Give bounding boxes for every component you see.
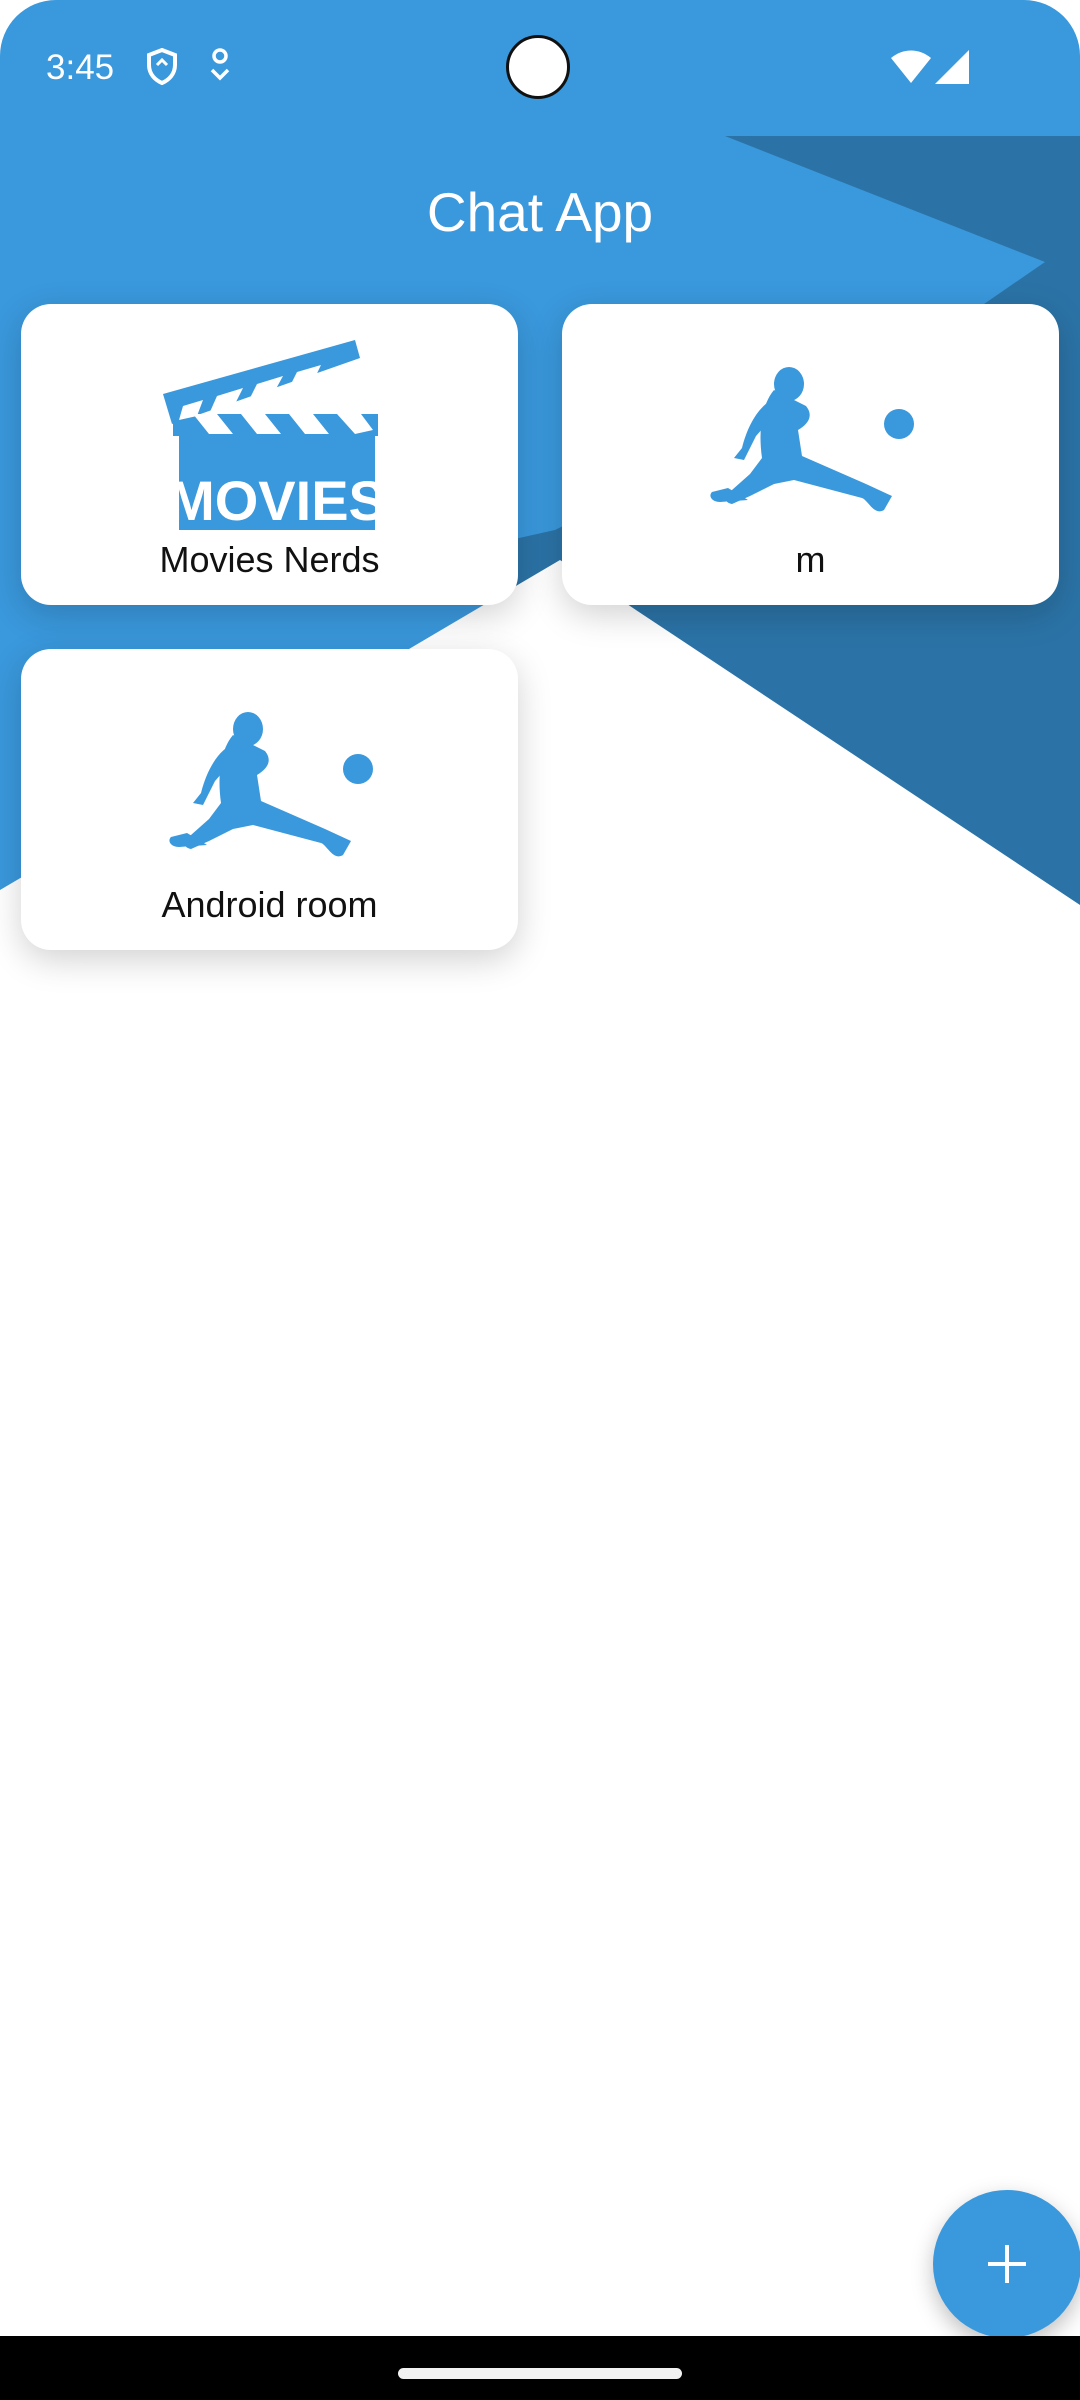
room-card-android-room[interactable]: Android room	[21, 649, 518, 950]
room-card-movies-nerds[interactable]: MOVIES Movies Nerds	[21, 304, 518, 605]
signal-icon	[935, 50, 969, 84]
soccer-player-icon	[710, 367, 914, 512]
movies-clapperboard-icon: MOVIES	[163, 340, 386, 530]
room-name: m	[795, 539, 826, 580]
app-title: Chat App	[426, 181, 654, 243]
plus-icon	[988, 2245, 1026, 2283]
status-bar: 3:45	[0, 0, 1080, 136]
screen: 3:45 Chat App MOVIES Movies Nerds m Andr…	[0, 0, 1080, 2400]
location-pin-icon	[210, 48, 230, 81]
room-name: Android room	[161, 884, 378, 925]
shield-icon	[147, 48, 177, 86]
room-card-m[interactable]: m	[562, 304, 1059, 605]
add-room-button[interactable]	[933, 2190, 1080, 2338]
soccer-player-icon	[169, 712, 373, 857]
room-name: Movies Nerds	[159, 539, 380, 580]
home-gesture-handle[interactable]	[398, 2368, 682, 2379]
navigation-bar	[0, 2336, 1080, 2400]
status-time: 3:45	[46, 48, 115, 87]
front-camera-cutout	[506, 35, 570, 99]
movies-icon-text: MOVIES	[168, 469, 386, 530]
wifi-icon	[891, 50, 931, 83]
